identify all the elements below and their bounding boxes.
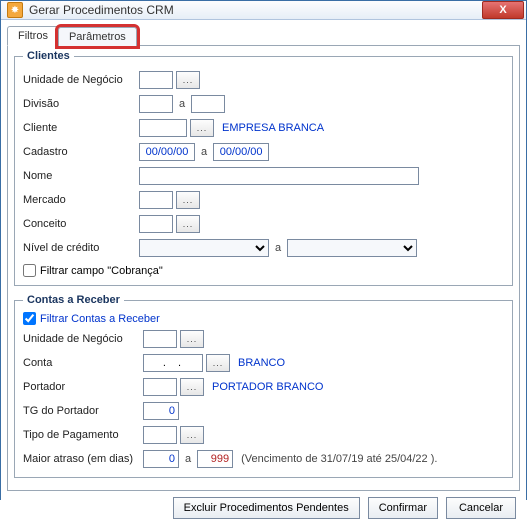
text-cliente-nome: EMPRESA BRANCA (222, 122, 324, 134)
lookup-cr-unidade[interactable]: ... (180, 330, 204, 348)
input-unidade-negocio[interactable] (139, 71, 173, 89)
select-nivel-from[interactable] (139, 239, 269, 257)
input-cr-tg[interactable] (143, 402, 179, 420)
sep-nivel: a (275, 242, 281, 254)
sep-divisao: a (179, 98, 185, 110)
tabpage-filtros: Clientes Unidade de Negócio ... Divisão … (7, 45, 520, 491)
tab-filtros[interactable]: Filtros (7, 26, 59, 46)
label-cr-atraso: Maior atraso (em dias) (23, 453, 143, 465)
label-filtrar-contas[interactable]: Filtrar Contas a Receber (40, 313, 160, 325)
lookup-mercado[interactable]: ... (176, 191, 200, 209)
label-unidade-negocio: Unidade de Negócio (23, 74, 139, 86)
tabstrip: Filtros Parâmetros (7, 24, 520, 46)
lookup-cr-portador[interactable]: ... (180, 378, 204, 396)
sep-cadastro: a (201, 146, 207, 158)
label-conceito: Conceito (23, 218, 139, 230)
dialog-window: ✸ Gerar Procedimentos CRM X Filtros Parâ… (0, 0, 527, 500)
label-nivel-credito: Nível de crédito (23, 242, 139, 254)
input-cr-conta[interactable] (143, 354, 203, 372)
lookup-cr-tipo-pag[interactable]: ... (180, 426, 204, 444)
footer-buttons: Excluir Procedimentos Pendentes Confirma… (7, 491, 520, 519)
input-cr-portador[interactable] (143, 378, 177, 396)
input-mercado[interactable] (139, 191, 173, 209)
label-cliente: Cliente (23, 122, 139, 134)
hint-cr-atraso: (Vencimento de 31/07/19 até 25/04/22 ). (241, 453, 437, 465)
input-cr-tipo-pag[interactable] (143, 426, 177, 444)
button-excluir-pendentes[interactable]: Excluir Procedimentos Pendentes (173, 497, 360, 519)
label-divisao: Divisão (23, 98, 139, 110)
input-cliente[interactable] (139, 119, 187, 137)
input-cadastro-from[interactable] (139, 143, 195, 161)
label-cr-tg: TG do Portador (23, 405, 143, 417)
sep-cr-atraso: a (185, 453, 191, 465)
label-cr-conta: Conta (23, 357, 143, 369)
client-area: Filtros Parâmetros Clientes Unidade de N… (1, 20, 526, 525)
input-divisao-from[interactable] (139, 95, 173, 113)
input-cr-unidade[interactable] (143, 330, 177, 348)
input-nome[interactable] (139, 167, 419, 185)
tab-parametros[interactable]: Parâmetros (58, 27, 137, 46)
label-cr-portador: Portador (23, 381, 143, 393)
input-cr-atraso-from[interactable] (143, 450, 179, 468)
text-cr-conta-nome: BRANCO (238, 357, 285, 369)
group-clientes: Clientes Unidade de Negócio ... Divisão … (14, 50, 513, 286)
lookup-unidade-negocio[interactable]: ... (176, 71, 200, 89)
label-cr-tipo-pag: Tipo de Pagamento (23, 429, 143, 441)
app-icon: ✸ (7, 2, 23, 18)
checkbox-filtrar-contas[interactable] (23, 312, 36, 325)
input-divisao-to[interactable] (191, 95, 225, 113)
label-mercado: Mercado (23, 194, 139, 206)
close-button[interactable]: X (482, 1, 524, 19)
legend-contas: Contas a Receber (23, 294, 124, 306)
lookup-cr-conta[interactable]: ... (206, 354, 230, 372)
label-cadastro: Cadastro (23, 146, 139, 158)
checkbox-filtrar-cobranca[interactable] (23, 264, 36, 277)
lookup-cliente[interactable]: ... (190, 119, 214, 137)
lookup-conceito[interactable]: ... (176, 215, 200, 233)
label-nome: Nome (23, 170, 139, 182)
label-filtrar-cobranca[interactable]: Filtrar campo "Cobrança" (40, 265, 163, 277)
input-cadastro-to[interactable] (213, 143, 269, 161)
button-confirmar[interactable]: Confirmar (368, 497, 438, 519)
button-cancelar[interactable]: Cancelar (446, 497, 516, 519)
select-nivel-to[interactable] (287, 239, 417, 257)
group-contas-receber: Contas a Receber Filtrar Contas a Recebe… (14, 294, 513, 478)
legend-clientes: Clientes (23, 50, 74, 62)
text-cr-portador-nome: PORTADOR BRANCO (212, 381, 323, 393)
input-conceito[interactable] (139, 215, 173, 233)
label-cr-unidade: Unidade de Negócio (23, 333, 143, 345)
input-cr-atraso-to[interactable] (197, 450, 233, 468)
window-title: Gerar Procedimentos CRM (29, 3, 482, 17)
titlebar: ✸ Gerar Procedimentos CRM X (1, 1, 526, 20)
